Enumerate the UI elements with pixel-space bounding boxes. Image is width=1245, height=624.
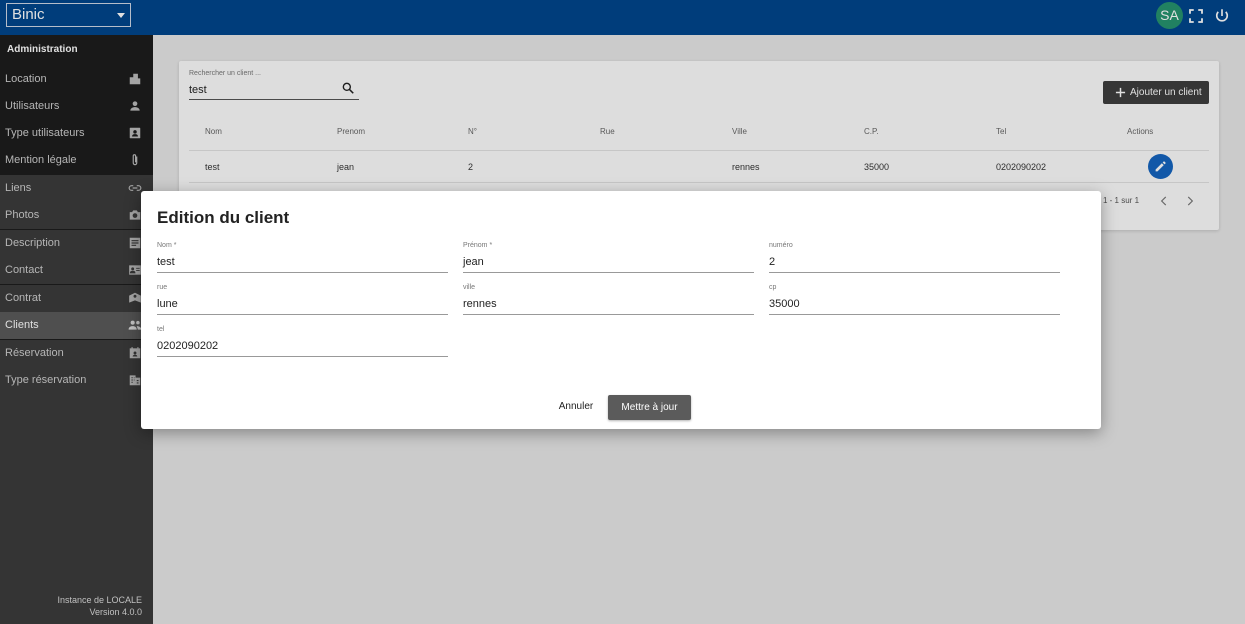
cp-field[interactable]: cp 35000 bbox=[769, 284, 1060, 316]
ville-input[interactable]: rennes bbox=[463, 298, 497, 310]
prenom-label: Prénom * bbox=[463, 242, 493, 249]
update-button[interactable]: Mettre à jour bbox=[608, 395, 691, 420]
cp-input[interactable]: 35000 bbox=[769, 298, 800, 310]
rue-underline bbox=[157, 314, 448, 315]
numero-underline bbox=[769, 272, 1060, 273]
prenom-underline bbox=[463, 272, 754, 273]
nom-underline bbox=[157, 272, 448, 273]
nom-input[interactable]: test bbox=[157, 256, 175, 268]
tel-underline bbox=[157, 356, 448, 357]
numero-label: numéro bbox=[769, 242, 793, 249]
nom-label: Nom * bbox=[157, 242, 177, 249]
cp-label: cp bbox=[769, 284, 777, 291]
tel-label: tel bbox=[157, 326, 165, 333]
ville-label: ville bbox=[463, 284, 476, 291]
rue-input[interactable]: lune bbox=[157, 298, 178, 310]
cancel-button[interactable]: Annuler bbox=[554, 396, 598, 418]
prenom-input[interactable]: jean bbox=[463, 256, 484, 268]
ville-underline bbox=[463, 314, 754, 315]
rue-label: rue bbox=[157, 284, 168, 291]
dialog-title: Edition du client bbox=[157, 208, 290, 227]
rue-field[interactable]: rue lune bbox=[157, 284, 448, 316]
cp-underline bbox=[769, 314, 1060, 315]
tel-input[interactable]: 0202090202 bbox=[157, 340, 218, 352]
numero-input[interactable]: 2 bbox=[769, 256, 775, 268]
nom-field[interactable]: Nom * test bbox=[157, 242, 448, 274]
tel-field[interactable]: tel 0202090202 bbox=[157, 326, 448, 358]
ville-field[interactable]: ville rennes bbox=[463, 284, 754, 316]
edit-client-dialog: Edition du client Nom * test Prénom * je… bbox=[141, 191, 1101, 429]
numero-field[interactable]: numéro 2 bbox=[769, 242, 1060, 274]
prenom-field[interactable]: Prénom * jean bbox=[463, 242, 754, 274]
